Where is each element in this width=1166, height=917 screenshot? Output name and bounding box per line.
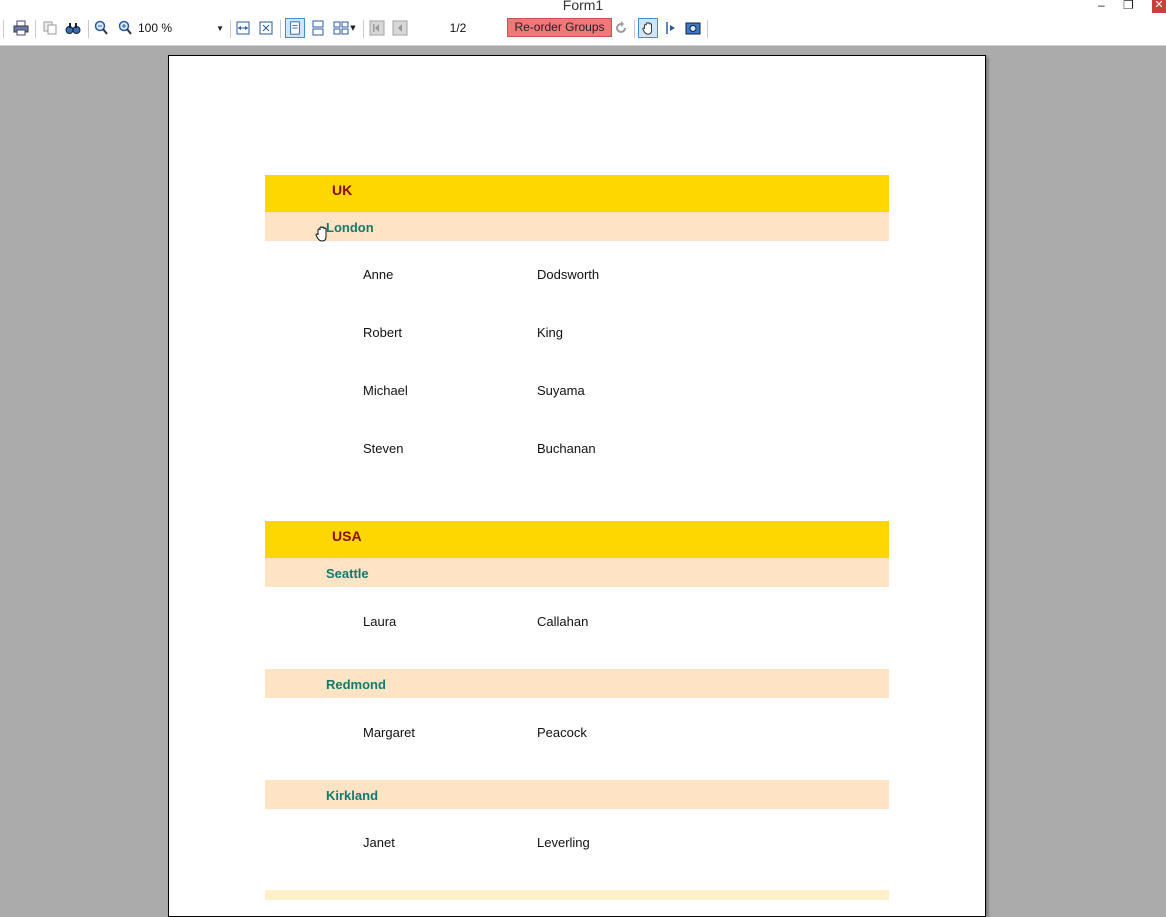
chevron-down-icon: ▼ <box>216 24 224 33</box>
zoom-in-icon[interactable] <box>116 19 134 37</box>
first-name: Laura <box>363 614 397 629</box>
city-header: London <box>265 212 889 241</box>
copy-icon[interactable] <box>41 19 59 37</box>
last-name: Dodsworth <box>537 267 600 282</box>
page-width-icon[interactable] <box>234 19 252 37</box>
country-header: UK <box>265 175 889 212</box>
hand-tool-icon[interactable] <box>638 18 658 38</box>
employee-row: Janet Leverling <box>265 835 889 855</box>
page-number-field[interactable]: 1/2 <box>413 19 503 37</box>
toolbar-separator <box>363 20 364 38</box>
previous-page-icon[interactable] <box>391 19 409 37</box>
city-header: Seattle <box>265 558 889 587</box>
title-bar: Form1 – ❐ ✕ <box>0 0 1166 13</box>
toolbar-separator <box>707 20 708 38</box>
city-name: Seattle <box>326 566 369 581</box>
last-name: Suyama <box>537 383 585 398</box>
first-name: Margaret <box>363 725 416 740</box>
first-name: Robert <box>363 325 403 340</box>
employee-row: Laura Callahan <box>265 614 889 634</box>
employee-row: Robert King <box>265 325 889 345</box>
zoom-out-icon[interactable] <box>92 19 110 37</box>
find-icon[interactable] <box>64 19 82 37</box>
toolbar-separator <box>230 20 231 38</box>
city-name: Redmond <box>326 677 386 692</box>
city-name: Kirkland <box>326 788 379 803</box>
single-page-icon[interactable] <box>285 18 305 38</box>
restore-button[interactable]: ❐ <box>1123 0 1134 12</box>
toolbar-separator <box>3 20 4 38</box>
zoom-value: 100 % <box>138 21 173 35</box>
minimize-button[interactable]: – <box>1098 0 1105 12</box>
last-name: King <box>537 325 564 340</box>
toolbar-separator <box>88 20 89 38</box>
toolbar-separator <box>280 20 281 38</box>
close-button[interactable]: ✕ <box>1152 0 1166 13</box>
toolbar-separator <box>35 20 36 38</box>
employee-row: Steven Buchanan <box>265 441 889 461</box>
country-name: UK <box>332 182 353 198</box>
country-header: USA <box>265 521 889 558</box>
refresh-icon[interactable] <box>612 19 630 37</box>
print-icon[interactable] <box>12 19 30 37</box>
first-name: Steven <box>363 441 404 456</box>
chevron-down-icon[interactable]: ▼ <box>348 19 358 37</box>
next-group-band <box>265 890 889 900</box>
text-select-icon[interactable] <box>661 19 679 37</box>
employee-row: Margaret Peacock <box>265 725 889 745</box>
toolbar-separator <box>634 20 635 38</box>
snapshot-icon[interactable] <box>684 19 702 37</box>
first-name: Anne <box>363 267 394 282</box>
last-name: Peacock <box>537 725 587 740</box>
last-name: Buchanan <box>537 441 596 456</box>
report-viewer-toolbar: 100 % ▼ ▼ 1/2 Re-order Groups <box>0 13 1166 46</box>
whole-page-icon[interactable] <box>257 19 275 37</box>
hand-cursor-icon <box>314 225 330 247</box>
first-name: Janet <box>363 835 395 850</box>
country-name: USA <box>332 528 362 544</box>
employee-row: Michael Suyama <box>265 383 889 403</box>
first-name: Michael <box>363 383 408 398</box>
report-page: UK London Anne Dodsworth Robert King Mic… <box>168 55 986 917</box>
window-title: Form1 <box>562 0 604 13</box>
city-name: London <box>326 220 374 235</box>
city-header: Kirkland <box>265 780 889 809</box>
city-header: Redmond <box>265 669 889 698</box>
reorder-groups-button[interactable]: Re-order Groups <box>507 18 612 37</box>
last-name: Callahan <box>537 614 589 629</box>
employee-row: Anne Dodsworth <box>265 267 889 287</box>
zoom-dropdown[interactable]: 100 % ▼ <box>138 20 224 37</box>
first-page-icon[interactable] <box>368 19 386 37</box>
last-name: Leverling <box>537 835 590 850</box>
continuous-icon[interactable] <box>309 19 327 37</box>
